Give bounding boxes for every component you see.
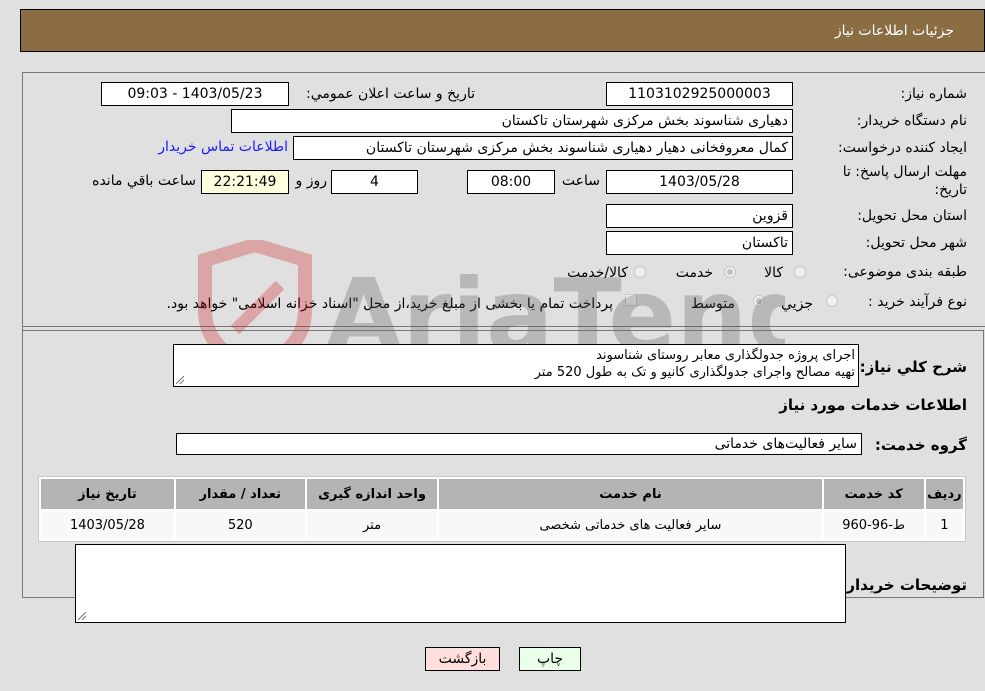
category-option-goods-service: کالا/خدمت (567, 265, 628, 281)
col-header-unit: واحد اندازه گیری (306, 479, 438, 509)
buyer-contact-link[interactable]: اطلاعات تماس خریدار (158, 139, 288, 155)
category-option-service: خدمت (675, 265, 713, 281)
deadline-label-line2: تاریخ: (934, 182, 967, 198)
treasury-checkbox[interactable] (625, 294, 637, 306)
resize-handle-icon[interactable] (176, 376, 184, 384)
purchase-type-option-minor: جزيي (781, 296, 813, 312)
resize-handle-icon[interactable] (78, 612, 86, 620)
description-label: شرح کلي نياز: (859, 358, 967, 376)
buyer-notes-textarea[interactable] (75, 544, 846, 623)
city-field: تاکستان (606, 231, 793, 255)
announce-datetime-label: تاریخ و ساعت اعلان عمومي: (306, 86, 475, 102)
cell-unit: متر (306, 511, 438, 539)
category-radio-goods-service[interactable] (634, 266, 646, 278)
purchase-type-label: نوع فرآیند خرید : (868, 294, 967, 310)
col-header-need-date: تاریخ نیاز (41, 479, 174, 509)
remaining-time-field: 22:21:49 (201, 170, 289, 194)
panel-divider (22, 326, 985, 327)
table-row: 1 ط-96-960 سایر فعالیت های خدماتی شخصی م… (41, 511, 963, 539)
buyer-org-label: نام دستگاه خریدار: (856, 113, 967, 129)
buyer-org-field: دهیاری شناسوند بخش مرکزی شهرستان تاکستان (231, 109, 793, 133)
remaining-time-label: ساعت باقي مانده (92, 173, 196, 189)
col-header-row-number: رديف (925, 479, 963, 509)
purchase-type-radio-medium[interactable] (753, 295, 765, 307)
description-line-2: تهیه مصالح واجرای جدولگذاری کانیو و تک ب… (534, 365, 855, 380)
category-radio-service[interactable] (724, 266, 736, 278)
purchase-type-radio-minor[interactable] (826, 295, 838, 307)
deadline-time-field: 08:00 (467, 170, 555, 194)
buyer-notes-label: توضیحات خریدار: (840, 576, 967, 594)
cell-service-code: ط-96-960 (823, 511, 924, 539)
cell-row-number: 1 (925, 511, 963, 539)
category-option-goods: کالا (764, 265, 783, 281)
cell-need-date: 1403/05/28 (41, 511, 174, 539)
requester-label: ایجاد کننده درخواست: (838, 140, 967, 156)
page-header: جزئیات اطلاعات نیاز (20, 9, 985, 52)
category-label: طبقه بندی موضوعی: (843, 264, 967, 280)
back-button[interactable]: بازگشت (425, 647, 500, 671)
remaining-days-field: 4 (331, 170, 418, 194)
print-button[interactable]: چاپ (519, 647, 581, 671)
need-number-field: 1103102925000003 (606, 82, 793, 106)
treasury-note: پرداخت تمام یا بخشی از مبلغ خرید،از محل … (166, 296, 613, 312)
service-group-field: سایر فعالیت‌های خدماتی (176, 433, 862, 455)
announce-datetime-field: 1403/05/23 - 09:03 (101, 82, 289, 106)
service-group-label: گروه خدمت: (874, 436, 967, 454)
cell-service-name: سایر فعالیت های خدماتی شخصی (439, 511, 822, 539)
col-header-service-code: کد خدمت (823, 479, 924, 509)
description-textarea[interactable]: اجرای پروژه جدولگذاری معابر روستای شناسو… (173, 344, 859, 387)
deadline-time-label: ساعت (561, 173, 600, 189)
purchase-type-option-medium: متوسط (691, 296, 735, 312)
province-field: قزوین (606, 204, 793, 228)
category-radio-goods[interactable] (794, 266, 806, 278)
deadline-date-field: 1403/05/28 (606, 170, 793, 194)
table-header-row: رديف کد خدمت نام خدمت واحد اندازه گیری ت… (41, 479, 963, 509)
requester-field: کمال معروفخانی دهیار دهیاری شناسوند بخش … (293, 136, 793, 160)
services-table: رديف کد خدمت نام خدمت واحد اندازه گیری ت… (38, 476, 966, 542)
col-header-quantity: تعداد / مقدار (175, 479, 305, 509)
col-header-service-name: نام خدمت (439, 479, 822, 509)
services-section-title: اطلاعات خدمات مورد نياز (779, 396, 967, 414)
days-label: روز و (295, 173, 328, 189)
cell-quantity: 520 (175, 511, 305, 539)
page-title: جزئیات اطلاعات نیاز (834, 23, 954, 39)
deadline-label-line1: مهلت ارسال پاسخ: تا (842, 164, 967, 180)
province-label: استان محل تحویل: (857, 208, 967, 224)
city-label: شهر محل تحویل: (865, 235, 967, 251)
description-line-1: اجرای پروژه جدولگذاری معابر روستای شناسو… (596, 348, 855, 363)
need-number-label: شماره نیاز: (900, 86, 968, 102)
